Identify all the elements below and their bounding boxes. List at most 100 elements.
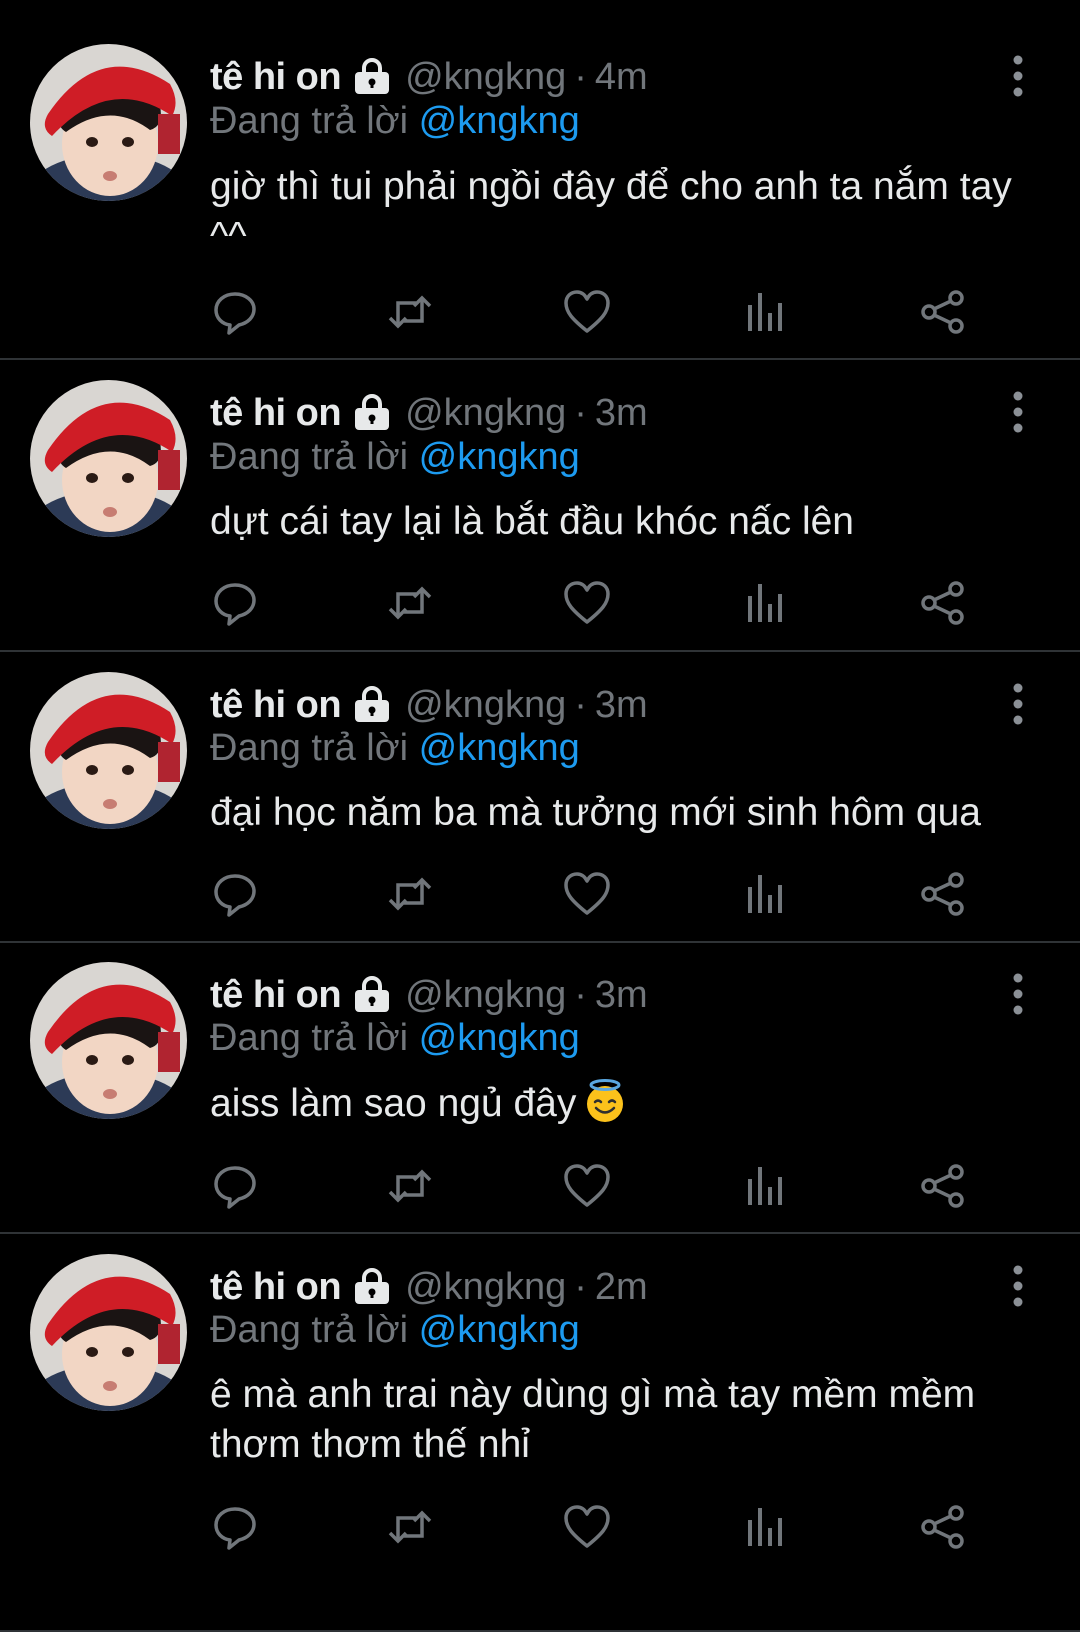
views-icon[interactable] [740, 578, 790, 628]
reply-mention-link[interactable]: @kngkng [419, 100, 580, 142]
avatar[interactable] [30, 1254, 187, 1411]
tweet-text: đại học năm ba mà tưởng mới sinh hôm qua [210, 788, 1040, 838]
separator-dot: · [574, 973, 587, 1016]
timestamp[interactable]: 3m [595, 684, 648, 727]
reply-icon[interactable] [210, 869, 260, 919]
user-handle[interactable]: @kngkng [405, 392, 566, 435]
user-handle[interactable]: @kngkng [405, 974, 566, 1017]
more-vertical-icon[interactable] [1000, 680, 1036, 730]
display-name[interactable]: tê hi on [210, 56, 342, 99]
display-name[interactable]: tê hi on [210, 684, 342, 727]
avatar[interactable] [30, 672, 187, 829]
tweet-text: giờ thì tui phải ngồi đây để cho anh ta … [210, 162, 1040, 262]
separator-dot: · [574, 683, 587, 726]
lock-icon [351, 684, 393, 726]
timestamp[interactable]: 4m [595, 56, 648, 99]
avatar[interactable] [30, 962, 187, 1119]
share-icon[interactable] [918, 287, 968, 337]
replying-to: Đang trả lời @kngkng [210, 727, 580, 770]
views-icon[interactable] [740, 287, 790, 337]
replying-to-label: Đang trả lời [210, 1017, 409, 1059]
like-icon[interactable] [562, 287, 612, 337]
tweet-text: ê mà anh trai này dùng gì mà tay mềm mềm… [210, 1370, 1040, 1470]
reply-icon[interactable] [210, 1502, 260, 1552]
replying-to-label: Đang trả lời [210, 727, 409, 769]
reply-mention-link[interactable]: @kngkng [419, 1309, 580, 1351]
tweet-text: dựt cái tay lại là bắt đầu khóc nấc lên [210, 497, 1040, 547]
separator-dot: · [574, 55, 587, 98]
reply-icon[interactable] [210, 1161, 260, 1211]
share-icon[interactable] [918, 1161, 968, 1211]
separator-dot: · [574, 1265, 587, 1308]
display-name[interactable]: tê hi on [210, 974, 342, 1017]
retweet-icon[interactable] [385, 578, 435, 628]
user-handle[interactable]: @kngkng [405, 684, 566, 727]
retweet-icon[interactable] [385, 287, 435, 337]
reply-icon[interactable] [210, 578, 260, 628]
tweet-header: tê hi on @kngkng · 3m [210, 680, 648, 730]
replying-to-label: Đang trả lời [210, 1309, 409, 1351]
tweet-actions [210, 869, 1030, 919]
reply-mention-link[interactable]: @kngkng [419, 727, 580, 769]
tweet-actions [210, 1502, 1030, 1552]
retweet-icon[interactable] [385, 869, 435, 919]
tweet-actions [210, 1161, 1030, 1211]
views-icon[interactable] [740, 1161, 790, 1211]
tweet-text-content: aiss làm sao ngủ đây [210, 1082, 577, 1125]
lock-icon [351, 56, 393, 98]
replying-to-label: Đang trả lời [210, 100, 409, 142]
replying-to-label: Đang trả lời [210, 436, 409, 478]
tweet-actions [210, 287, 1030, 337]
reply-mention-link[interactable]: @kngkng [419, 1017, 580, 1059]
views-icon[interactable] [740, 1502, 790, 1552]
tweet[interactable]: tê hi on @kngkng · 4m Đang trả lời @kngk… [0, 0, 1080, 360]
avatar[interactable] [30, 380, 187, 537]
avatar[interactable] [30, 44, 187, 201]
display-name[interactable]: tê hi on [210, 392, 342, 435]
smiling-face-with-halo-icon [582, 1078, 628, 1124]
user-handle[interactable]: @kngkng [405, 56, 566, 99]
timestamp[interactable]: 3m [595, 974, 648, 1017]
tweet-feed: tê hi on @kngkng · 4m Đang trả lời @kngk… [0, 0, 1080, 1632]
display-name[interactable]: tê hi on [210, 1266, 342, 1309]
tweet[interactable]: tê hi on @kngkng · 3m Đang trả lời @kngk… [0, 360, 1080, 652]
replying-to: Đang trả lời @kngkng [210, 1017, 580, 1060]
more-vertical-icon[interactable] [1000, 1262, 1036, 1312]
tweet[interactable]: tê hi on @kngkng · 2m Đang trả lời @kngk… [0, 1234, 1080, 1632]
replying-to: Đang trả lời @kngkng [210, 100, 580, 143]
lock-icon [351, 392, 393, 434]
timestamp[interactable]: 2m [595, 1266, 648, 1309]
tweet-text-content: đại học năm ba mà tưởng mới sinh hôm qua [210, 791, 981, 834]
like-icon[interactable] [562, 869, 612, 919]
more-vertical-icon[interactable] [1000, 388, 1036, 438]
replying-to: Đang trả lời @kngkng [210, 1309, 580, 1352]
share-icon[interactable] [918, 578, 968, 628]
timestamp[interactable]: 3m [595, 392, 648, 435]
replying-to: Đang trả lời @kngkng [210, 436, 580, 479]
tweet-header: tê hi on @kngkng · 4m [210, 52, 648, 102]
separator-dot: · [574, 391, 587, 434]
retweet-icon[interactable] [385, 1161, 435, 1211]
tweet[interactable]: tê hi on @kngkng · 3m Đang trả lời @kngk… [0, 943, 1080, 1234]
retweet-icon[interactable] [385, 1502, 435, 1552]
reply-mention-link[interactable]: @kngkng [419, 436, 580, 478]
more-vertical-icon[interactable] [1000, 970, 1036, 1020]
like-icon[interactable] [562, 578, 612, 628]
tweet-header: tê hi on @kngkng · 2m [210, 1262, 648, 1312]
reply-icon[interactable] [210, 287, 260, 337]
share-icon[interactable] [918, 869, 968, 919]
tweet-header: tê hi on @kngkng · 3m [210, 388, 648, 438]
user-handle[interactable]: @kngkng [405, 1266, 566, 1309]
more-vertical-icon[interactable] [1000, 52, 1036, 102]
tweet[interactable]: tê hi on @kngkng · 3m Đang trả lời @kngk… [0, 652, 1080, 943]
lock-icon [351, 1266, 393, 1308]
views-icon[interactable] [740, 869, 790, 919]
tweet-text: aiss làm sao ngủ đây [210, 1078, 1040, 1129]
tweet-text-content: dựt cái tay lại là bắt đầu khóc nấc lên [210, 500, 854, 543]
like-icon[interactable] [562, 1502, 612, 1552]
tweet-text-content: ê mà anh trai này dùng gì mà tay mềm mềm… [210, 1373, 976, 1466]
share-icon[interactable] [918, 1502, 968, 1552]
tweet-header: tê hi on @kngkng · 3m [210, 970, 648, 1020]
like-icon[interactable] [562, 1161, 612, 1211]
tweet-actions [210, 578, 1030, 628]
